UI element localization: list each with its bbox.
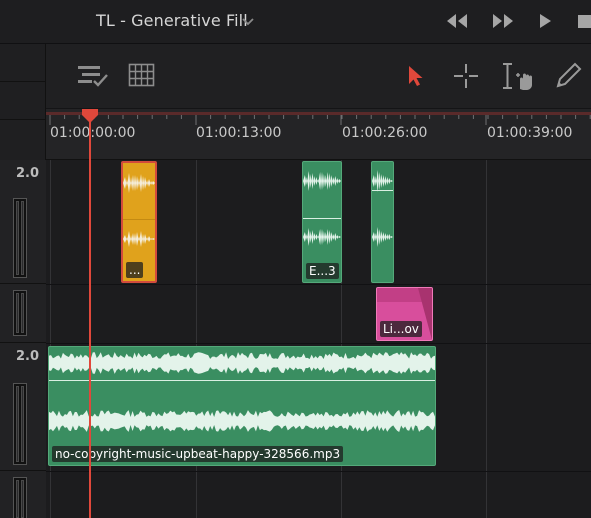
generative-fill-clip[interactable]: Li...ov (376, 287, 433, 341)
channel-format-label: 2.0 (16, 166, 40, 181)
timecode-label: 01:00:13:00 (196, 125, 282, 141)
stop-icon[interactable] (575, 11, 591, 31)
divider (0, 119, 46, 120)
playhead-handle[interactable] (81, 109, 99, 123)
playhead-line[interactable] (89, 118, 91, 518)
audio-meter (13, 383, 27, 465)
audio-meter (13, 198, 27, 278)
track-header-column: 2.0 2.0 (0, 44, 46, 518)
audio-meter (13, 477, 27, 518)
audio-track-header-a1[interactable]: 2.0 (0, 160, 46, 284)
timecode-label: 01:00:00:00 (50, 125, 136, 141)
in-out-range-bar (46, 112, 591, 115)
waveform (49, 410, 435, 432)
track-divider (46, 284, 591, 285)
track-header-a4[interactable] (0, 471, 46, 518)
timecode-label: 01:00:39:00 (487, 125, 573, 141)
play-icon[interactable] (537, 11, 553, 31)
timeline-tracks[interactable]: ... E...3 Li...ov no-copyright-music-upb… (46, 160, 591, 518)
timeline-ruler[interactable]: 01:00:00:00 01:00:13:00 01:00:26:00 01:0… (46, 109, 591, 160)
clip-label: E...3 (306, 263, 339, 279)
clip-label: Li...ov (380, 321, 422, 337)
waveform (303, 228, 341, 246)
track-divider (46, 471, 591, 472)
chevron-down-icon[interactable] (241, 14, 255, 28)
audio-clip-selected[interactable]: ... (121, 161, 157, 283)
clip-label: no-copyright-music-upbeat-happy-328566.m… (52, 446, 344, 462)
clip-label: ... (126, 262, 144, 278)
audio-meter (13, 290, 27, 336)
timeline-title[interactable]: TL - Generative Fill (96, 11, 248, 30)
waveform (372, 227, 393, 247)
crosshair-icon[interactable] (453, 63, 479, 89)
audio-track-header-a3[interactable]: 2.0 (0, 343, 46, 471)
track-header-a2[interactable] (0, 284, 46, 343)
fast-forward-icon[interactable] (490, 11, 516, 31)
gridline (486, 160, 487, 518)
timeline-toolbar (46, 44, 591, 109)
pen-icon[interactable] (553, 61, 583, 91)
grid-icon[interactable] (128, 63, 155, 87)
waveform (123, 173, 155, 193)
timecode-label: 01:00:26:00 (342, 125, 428, 141)
music-audio-clip[interactable]: no-copyright-music-upbeat-happy-328566.m… (48, 346, 436, 466)
divider (0, 81, 46, 82)
track-divider (46, 343, 591, 344)
waveform (303, 171, 341, 191)
selection-arrow-icon[interactable] (406, 64, 426, 88)
rewind-icon[interactable] (444, 11, 470, 31)
audio-clip[interactable] (371, 161, 394, 283)
timeline-options-icon[interactable] (76, 62, 110, 90)
timeline-titlebar: TL - Generative Fill (0, 0, 591, 44)
waveform (49, 352, 435, 374)
audio-clip[interactable]: E...3 (302, 161, 342, 283)
waveform (372, 170, 393, 192)
channel-format-label: 2.0 (16, 349, 40, 364)
trim-hand-icon[interactable] (500, 61, 536, 91)
waveform (123, 231, 155, 247)
